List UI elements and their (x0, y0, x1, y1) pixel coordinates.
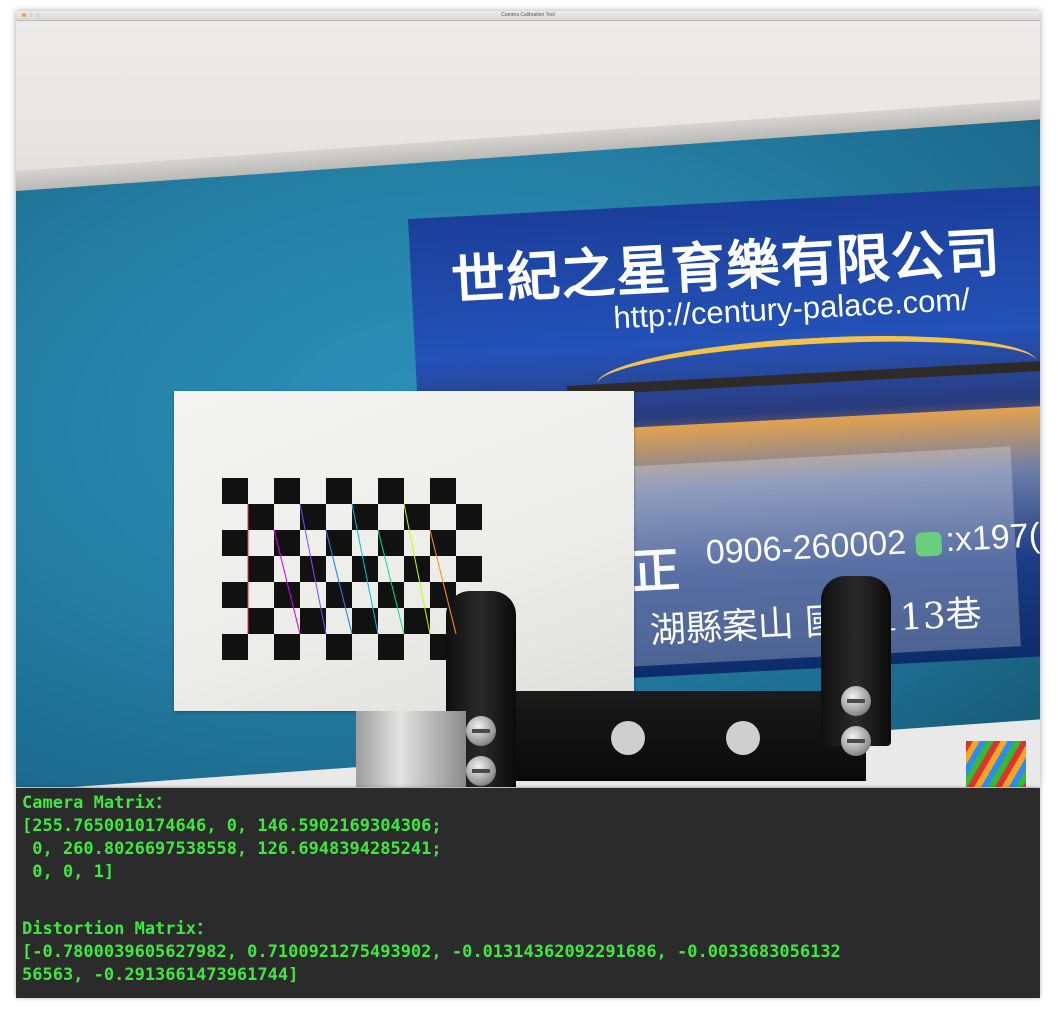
camera-image-view: 世紀之星育樂有限公司 http://century-palace.com/ 正 … (16, 21, 1040, 787)
title-bar[interactable]: Camera Calibration Tool (16, 11, 1040, 21)
mount-arm-right (821, 576, 891, 756)
distortion-matrix-row: [-0.7800039605627982, 0.7100921275493902… (22, 942, 841, 962)
servo-motor (356, 711, 466, 787)
mount-hole (611, 721, 645, 755)
camera-matrix-row: 0, 0, 1] (22, 862, 115, 882)
screw (466, 756, 496, 786)
camera-matrix-label: Camera Matrix： (22, 793, 173, 813)
terminal-output: Camera Matrix： [255.7650010174646, 0, 14… (16, 788, 1040, 998)
screw (841, 686, 871, 716)
camera-mount-fixture (446, 576, 906, 787)
distortion-matrix-row: 56563, -0.2913661473961744] (22, 965, 299, 985)
checkerboard-pattern (222, 478, 482, 660)
mount-hole (726, 721, 760, 755)
screw (841, 726, 871, 756)
mount-crossbar (486, 691, 866, 781)
ribbon-cable (966, 741, 1026, 787)
app-window: Camera Calibration Tool 世紀之星育樂有限公司 http:… (16, 11, 1040, 787)
corner-detection-lines (247, 503, 457, 635)
screw (466, 716, 496, 746)
distortion-matrix-label: Distortion Matrix： (22, 919, 213, 939)
camera-matrix-row: [255.7650010174646, 0, 146.5902169304306… (22, 816, 442, 836)
window-title: Camera Calibration Tool (501, 12, 555, 18)
camera-matrix-row: 0, 260.8026697538558, 126.6948394285241; (22, 839, 442, 859)
